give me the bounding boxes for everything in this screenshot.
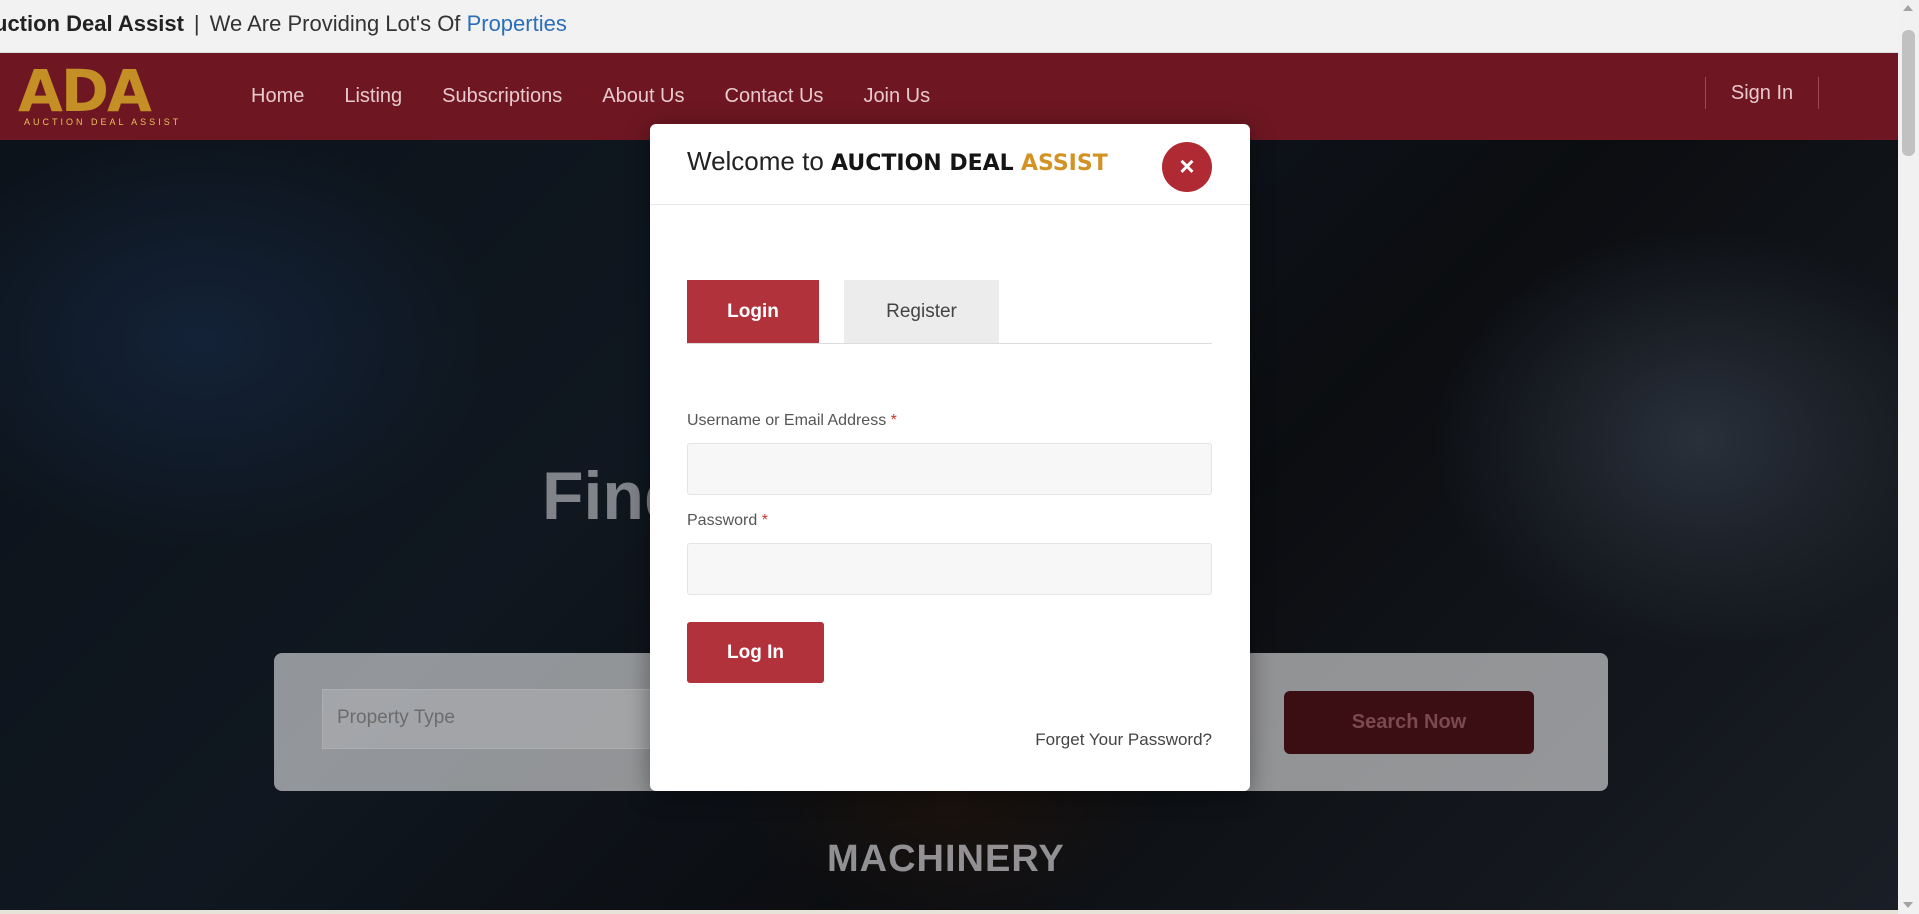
nav-about-us[interactable]: About Us xyxy=(602,85,684,108)
nav-listing[interactable]: Listing xyxy=(344,85,402,108)
scrollbar-thumb[interactable] xyxy=(1902,30,1915,156)
scroll-up-arrow-icon[interactable] xyxy=(1903,5,1913,11)
password-label: Password * xyxy=(687,512,768,530)
ticker-brand: uction Deal Assist xyxy=(0,11,184,36)
scroll-down-arrow-icon[interactable] xyxy=(1903,902,1913,908)
modal-title-brand-accent: ASSIST xyxy=(1020,151,1108,176)
close-modal-button[interactable]: × xyxy=(1162,142,1212,192)
section-heading: MACHINERY xyxy=(827,838,1065,880)
search-now-button[interactable]: Search Now xyxy=(1284,691,1534,754)
bottom-edge xyxy=(0,910,1898,914)
required-marker: * xyxy=(761,512,768,529)
password-label-text: Password xyxy=(687,512,758,529)
top-ticker-bar: uction Deal Assist | We Are Providing Lot'… xyxy=(0,0,1898,53)
username-label-text: Username or Email Address xyxy=(687,412,887,429)
site-logo[interactable]: ADA AUCTION DEAL ASSIST xyxy=(18,57,183,129)
modal-title-prefix: Welcome to xyxy=(687,146,824,176)
logo-subtitle: AUCTION DEAL ASSIST xyxy=(24,117,182,127)
username-label: Username or Email Address * xyxy=(687,412,897,430)
login-modal: Welcome to AUCTION DEAL ASSIST × Login R… xyxy=(650,124,1250,791)
nav-subscriptions[interactable]: Subscriptions xyxy=(442,85,562,108)
sign-in-container: Sign In xyxy=(1705,77,1819,109)
modal-title-brand: AUCTION DEAL xyxy=(831,151,1014,176)
log-in-button[interactable]: Log In xyxy=(687,622,824,683)
password-input[interactable] xyxy=(687,543,1212,595)
nav-join-us[interactable]: Join Us xyxy=(863,85,930,108)
page-scrollbar[interactable] xyxy=(1898,0,1919,914)
tab-register[interactable]: Register xyxy=(844,280,999,343)
modal-header: Welcome to AUCTION DEAL ASSIST × xyxy=(650,124,1250,205)
ticker-properties-link[interactable]: Properties xyxy=(467,11,567,36)
logo-mark: ADA xyxy=(18,57,152,125)
modal-title: Welcome to AUCTION DEAL ASSIST xyxy=(687,146,1108,177)
ticker-text: We Are Providing Lot's Of xyxy=(209,11,461,36)
property-type-select[interactable]: Property Type xyxy=(322,689,652,749)
sign-in-link[interactable]: Sign In xyxy=(1731,82,1793,104)
username-input[interactable] xyxy=(687,443,1212,495)
forget-password-link[interactable]: Forget Your Password? xyxy=(1035,730,1212,750)
nav-contact-us[interactable]: Contact Us xyxy=(725,85,824,108)
required-marker: * xyxy=(890,412,897,429)
tab-login[interactable]: Login xyxy=(687,280,819,343)
ticker-separator: | xyxy=(193,11,200,36)
nav-home[interactable]: Home xyxy=(251,85,304,108)
auth-tabs: Login Register xyxy=(687,280,1212,344)
